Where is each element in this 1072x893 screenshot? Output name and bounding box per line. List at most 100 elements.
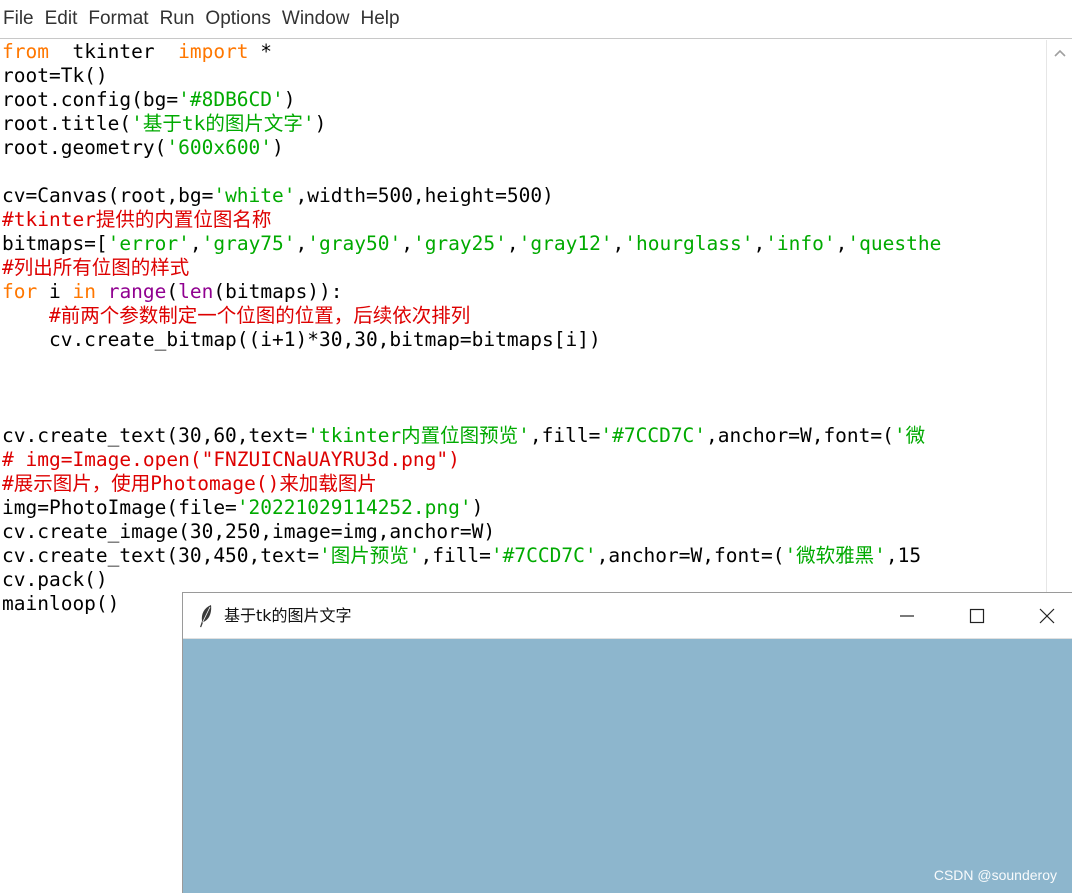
code-line: # img=Image.open("FNZUICNaUAYRU3d.png")	[2, 448, 941, 472]
code-token: )	[283, 88, 296, 111]
scroll-up-arrow-icon[interactable]	[1054, 48, 1066, 60]
code-token: from	[2, 40, 49, 63]
code-line: root=Tk()	[2, 64, 941, 88]
close-button[interactable]	[1013, 593, 1072, 638]
code-token: ,	[295, 232, 308, 255]
code-token: '#8DB6CD'	[178, 88, 284, 111]
code-token: #前两个参数制定一个位图的位置，后续依次排列	[48, 304, 471, 327]
code-token: ,anchor=W,font=(	[706, 424, 894, 447]
code-token: len	[178, 280, 214, 303]
menu-edit[interactable]: Edit	[41, 0, 82, 38]
code-token: '基于tk的图片文字'	[131, 112, 315, 135]
minimize-icon	[900, 614, 914, 617]
code-token: '600x600'	[166, 136, 273, 159]
code-token: )	[272, 136, 284, 159]
code-line: #列出所有位图的样式	[2, 256, 941, 280]
code-line: for i in range(len(bitmaps)):	[2, 280, 941, 304]
code-token: '20221029114252.png'	[236, 496, 472, 519]
code-line: root.config(bg='#8DB6CD')	[2, 88, 941, 112]
code-token: 'gray25'	[412, 232, 507, 255]
code-token: root.config(bg=	[2, 88, 179, 111]
code-token: import	[178, 40, 249, 63]
code-token: 'gray12'	[518, 232, 613, 255]
code-token: ,anchor=W,font=(	[596, 544, 785, 567]
tk-window-title: 基于tk的图片文字	[224, 606, 352, 625]
code-token: cv.create_text(30,60,text=	[2, 424, 308, 447]
code-token: root.title(	[2, 112, 132, 135]
minimize-button[interactable]	[873, 593, 941, 638]
code-token: #tkinter提供的内置位图名称	[2, 208, 272, 231]
code-token: 'white'	[213, 184, 296, 207]
code-token: mainloop()	[2, 592, 120, 615]
feather-icon	[200, 605, 212, 628]
code-line: from tkinter import *	[2, 40, 941, 64]
code-token: )	[471, 496, 484, 519]
code-token: *	[248, 40, 273, 63]
code-token: root.geometry(	[2, 136, 167, 159]
tk-title-bar[interactable]: 基于tk的图片文字	[183, 593, 1072, 639]
code-token: (bitmaps)):	[213, 280, 343, 303]
code-token: ,	[835, 232, 848, 255]
menu-format[interactable]: Format	[84, 0, 152, 38]
close-icon	[1039, 608, 1055, 623]
code-token: img=PhotoImage(file=	[2, 496, 237, 519]
code-token: cv=Canvas(root,bg=	[2, 184, 214, 207]
code-token: # img=Image.open("FNZUICNaUAYRU3d.png")	[2, 448, 460, 471]
code-line: #tkinter提供的内置位图名称	[2, 208, 941, 232]
code-token: i	[37, 280, 73, 303]
code-token: '#7CCD7C'	[490, 544, 597, 567]
code-line: cv=Canvas(root,bg='white',width=500,heig…	[2, 184, 941, 208]
code-token: bitmaps=[	[2, 232, 108, 255]
code-token: ,	[189, 232, 202, 255]
code-line: root.geometry('600x600')	[2, 136, 941, 160]
code-token: in	[72, 280, 96, 303]
code-token: ,	[401, 232, 413, 255]
tk-app-window: 基于tk的图片文字 CSDN @sounderoy	[182, 592, 1072, 893]
code-line: cv.create_bitmap((i+1)*30,30,bitmap=bitm…	[2, 328, 941, 352]
menu-bar: File Edit Format Run Options Window Help	[0, 0, 1072, 39]
maximize-button[interactable]	[943, 593, 1011, 638]
watermark: CSDN @sounderoy	[933, 867, 1057, 883]
code-token: for	[2, 280, 38, 303]
code-line: cv.create_text(30,60,text='tkinter内置位图预览…	[2, 424, 941, 448]
menu-help[interactable]: Help	[356, 0, 403, 38]
code-token: ,	[612, 232, 625, 255]
code-token: 'gray75'	[201, 232, 296, 255]
code-line: cv.pack()	[2, 568, 941, 592]
code-token: (	[166, 280, 179, 303]
code-token: 'questhe	[847, 232, 942, 255]
code-line: cv.create_text(30,450,text='图片预览',fill='…	[2, 544, 941, 568]
code-line: #展示图片，使用Photomage()来加载图片	[2, 472, 941, 496]
code-text[interactable]: from tkinter import * root=Tk() root.confi…	[2, 40, 941, 616]
code-token: tkinter	[48, 40, 179, 63]
code-token: cv.create_image(30,250,image=img,anchor=…	[2, 520, 496, 543]
code-token: ,fill=	[420, 544, 491, 567]
code-token: ,	[506, 232, 519, 255]
code-token: '图片预览'	[318, 544, 421, 567]
code-token: cv.create_text(30,450,text=	[2, 544, 319, 567]
code-token: ,	[753, 232, 766, 255]
menu-file[interactable]: File	[0, 0, 38, 38]
code-token: )	[314, 112, 327, 135]
code-token: 'info'	[765, 232, 836, 255]
code-token: '微	[893, 424, 926, 447]
code-token: ,15	[885, 544, 922, 567]
code-line: root.title('基于tk的图片文字')	[2, 112, 941, 136]
code-token: ,fill=	[529, 424, 601, 447]
code-token: ,width=500,height=500)	[295, 184, 554, 207]
code-token: range	[107, 280, 167, 303]
menu-run[interactable]: Run	[156, 0, 199, 38]
code-token: #列出所有位图的样式	[2, 256, 190, 279]
code-token: root=Tk()	[2, 64, 108, 87]
code-line: bitmaps=['error','gray75','gray50','gray…	[2, 232, 941, 256]
menu-window[interactable]: Window	[278, 0, 354, 38]
menu-options[interactable]: Options	[201, 0, 274, 38]
code-token: #展示图片，使用Photomage()来加载图片	[2, 472, 377, 495]
code-token: 'gray50'	[307, 232, 402, 255]
code-token: cv.create_bitmap((i+1)*30,30,bitmap=bitm…	[2, 328, 601, 351]
